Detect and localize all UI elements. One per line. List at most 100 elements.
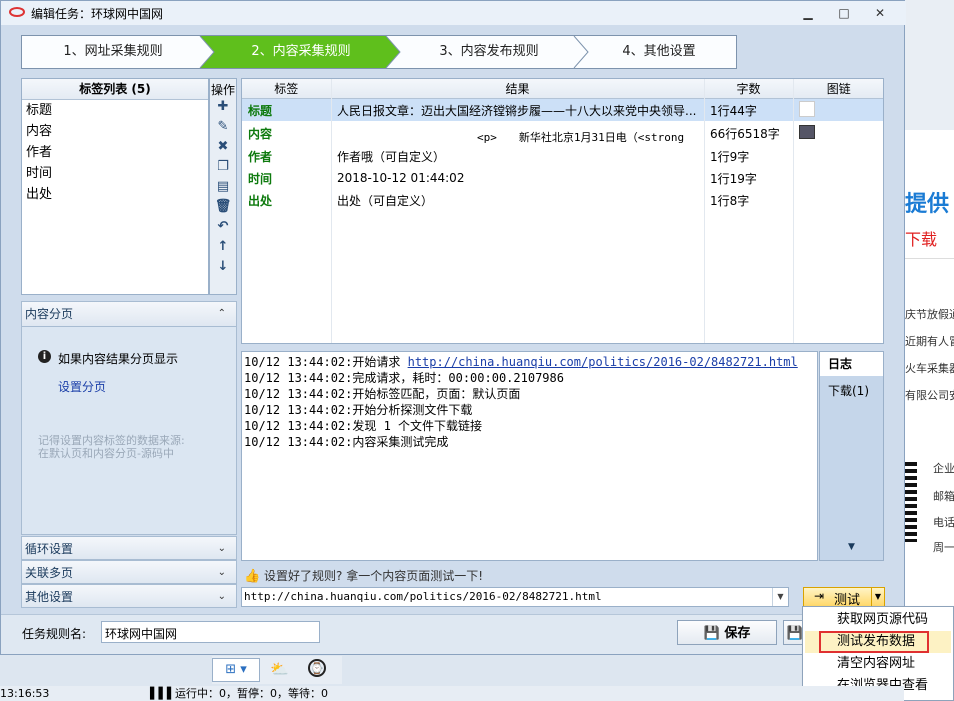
- ops-toolbar: 操作 ✚ ✎ ✖ ❐ ▤ 🗑 ↶ ↑ ↓: [209, 78, 237, 295]
- tab-log[interactable]: 日志: [820, 352, 883, 376]
- pagination-header[interactable]: 内容分页 ⌃: [22, 302, 236, 327]
- move-up-icon[interactable]: ↑: [210, 239, 236, 259]
- qr-code-icon: [905, 462, 917, 542]
- row-image-link: [793, 99, 883, 122]
- bg-headline: 提供: [905, 192, 950, 217]
- row-count: 1行8字: [710, 193, 750, 208]
- bg-right-line: 周一: [933, 541, 954, 554]
- image-icon[interactable]: [799, 124, 815, 139]
- download-cloud-icon[interactable]: ⛅: [270, 660, 289, 678]
- task-name-input[interactable]: 环球网中国网: [101, 621, 320, 643]
- pagination-title: 内容分页: [25, 307, 74, 321]
- step-content-rules[interactable]: 2、内容采集规则: [206, 36, 396, 68]
- row-count: 1行44字: [710, 103, 757, 118]
- scroll-down-icon[interactable]: ▼: [848, 542, 855, 552]
- edit-icon[interactable]: ✎: [210, 119, 236, 139]
- table-row[interactable]: 时间 2018-10-12 01:44:02 1行19字: [242, 167, 883, 189]
- save-icon: 💾: [786, 626, 804, 641]
- log-url-link[interactable]: http://china.huanqiu.com/politics/2016-0…: [408, 355, 798, 369]
- bg-line: 有限公司安: [905, 389, 954, 402]
- log-line: 10/12 13:44:02:开始请求 http://china.huanqiu…: [244, 355, 798, 369]
- sitemap-icon[interactable]: ⊞ ▾: [212, 658, 260, 682]
- bg-line: 庆节放假通: [905, 308, 954, 321]
- blank-image-icon: [799, 100, 815, 117]
- status-bar: 13:16:53 ▌▌▌ 运行中：0，暂停：0，等待：0: [0, 686, 904, 701]
- row-tag: 出处: [248, 193, 273, 208]
- table-row[interactable]: 标题 人民日报文章：迈出大国经济镗锵步履——十八大以来党中央领导... 1行44…: [242, 98, 883, 122]
- row-value: 出处（可自定义）: [337, 193, 434, 208]
- add-icon[interactable]: ✚: [210, 99, 236, 119]
- row-image-link: [793, 145, 883, 167]
- table-row[interactable]: 内容 <p> 新华社北京1月31日电（<strong 66行6518字: [242, 121, 883, 145]
- undo-icon[interactable]: ↶: [210, 219, 236, 239]
- highlight-box: [819, 631, 929, 653]
- step-other-settings[interactable]: 4、其他设置: [582, 36, 736, 68]
- row-value: 人民日报文章：迈出大国经济镗锵步履——十八大以来党中央领导...: [337, 103, 697, 118]
- paste-icon[interactable]: ▤: [210, 179, 236, 199]
- loop-settings-header[interactable]: 循环设置 ⌄: [21, 536, 237, 560]
- list-item[interactable]: 内容: [22, 121, 208, 142]
- row-image-link: [793, 167, 883, 189]
- section-title: 循环设置: [25, 542, 74, 556]
- clock-icon[interactable]: ⌚: [308, 659, 326, 677]
- test-button[interactable]: ⇥ 测试 ▼: [803, 587, 885, 608]
- test-dropdown-icon[interactable]: ▼: [871, 588, 884, 606]
- hint-line: 在默认页和内容分页-源码中: [38, 447, 174, 460]
- table-row[interactable]: 作者 作者哦（可自定义） 1行9字: [242, 145, 883, 167]
- row-tag: 时间: [248, 171, 273, 186]
- minimize-button[interactable]: ▁: [797, 5, 819, 21]
- row-count: 1行19字: [710, 171, 757, 186]
- bg-right-line: 企业: [933, 462, 954, 475]
- bg-line: 近期有人冒: [905, 335, 954, 348]
- row-count: 66行6518字: [710, 126, 780, 141]
- column-header: 结果: [331, 79, 705, 99]
- linked-pages-header[interactable]: 关联多页 ⌄: [21, 560, 237, 584]
- app-logo-icon: [9, 7, 25, 17]
- column-header: 标签: [242, 79, 332, 99]
- pagination-info: 如果内容结果分页显示: [58, 352, 179, 366]
- row-value: <p> 新华社北京1月31日电（<strong: [331, 121, 704, 145]
- save-icon: 💾: [703, 626, 720, 641]
- menu-item-get-source[interactable]: 获取网页源代码: [805, 609, 951, 631]
- trash-icon[interactable]: 🗑: [210, 199, 236, 219]
- maximize-button[interactable]: □: [833, 5, 855, 21]
- list-item[interactable]: 出处: [22, 184, 208, 205]
- tab-download[interactable]: 下载(1): [828, 382, 869, 399]
- save-button[interactable]: 💾 保存: [677, 620, 777, 645]
- log-line: 10/12 13:44:02:开始标签匹配，页面：默认页面: [244, 387, 521, 401]
- list-item[interactable]: 时间: [22, 163, 208, 184]
- delete-icon[interactable]: ✖: [210, 139, 236, 159]
- row-tag: 作者: [248, 149, 273, 164]
- move-down-icon[interactable]: ↓: [210, 259, 236, 279]
- bg-right-line: 电话: [933, 516, 954, 529]
- test-hint: 👍 设置好了规则? 拿一个内容页面测试一下!: [244, 567, 483, 584]
- info-icon: i: [38, 350, 51, 363]
- tag-list-panel: 标签列表 (5) 标题 内容 作者 时间 出处: [21, 78, 209, 295]
- step-url-rules[interactable]: 1、网址采集规则: [22, 36, 204, 68]
- row-value: 作者哦（可自定义）: [337, 149, 446, 164]
- other-settings-header[interactable]: 其他设置 ⌄: [21, 584, 237, 608]
- row-image-link: [793, 189, 883, 211]
- menu-item-clear-urls[interactable]: 清空内容网址: [805, 653, 951, 675]
- bottom-toolbar: ⊞ ▾ ⛅ ⌚: [212, 656, 342, 684]
- list-item[interactable]: 标题: [22, 100, 208, 121]
- copy-icon[interactable]: ❐: [210, 159, 236, 179]
- close-button[interactable]: ✕: [869, 5, 891, 21]
- ops-header: 操作: [210, 83, 235, 97]
- task-name-label: 任务规则名:: [22, 627, 87, 641]
- pagination-hint: 记得设置内容标签的数据来源: 在默认页和内容分页-源码中: [38, 434, 185, 460]
- log-tabs: 日志 下载(1) ▼: [819, 351, 884, 561]
- test-url-input[interactable]: http://china.huanqiu.com/politics/2016-0…: [241, 587, 789, 607]
- set-pagination-link[interactable]: 设置分页: [58, 378, 106, 395]
- tag-list-header: 标签列表 (5): [22, 79, 208, 100]
- list-item[interactable]: 作者: [22, 142, 208, 163]
- edit-task-dialog: 编辑任务：环球网中国网 ▁ □ ✕ 1、网址采集规则 2、内容采集规则 3、内容…: [0, 0, 906, 655]
- test-hint-text: 设置好了规则? 拿一个内容页面测试一下!: [264, 569, 484, 583]
- log-panel: 10/12 13:44:02:开始请求 http://china.huanqiu…: [241, 351, 818, 561]
- url-dropdown-icon[interactable]: ▼: [772, 588, 788, 606]
- menu-item-test-publish[interactable]: 测试发布数据: [805, 631, 951, 653]
- title-bar: 编辑任务：环球网中国网 ▁ □ ✕: [1, 1, 906, 25]
- step-publish-rules[interactable]: 3、内容发布规则: [394, 36, 584, 68]
- table-row[interactable]: 出处 出处（可自定义） 1行8字: [242, 189, 883, 211]
- log-line: 10/12 13:44:02:发现 1 个文件下载链接: [244, 419, 483, 433]
